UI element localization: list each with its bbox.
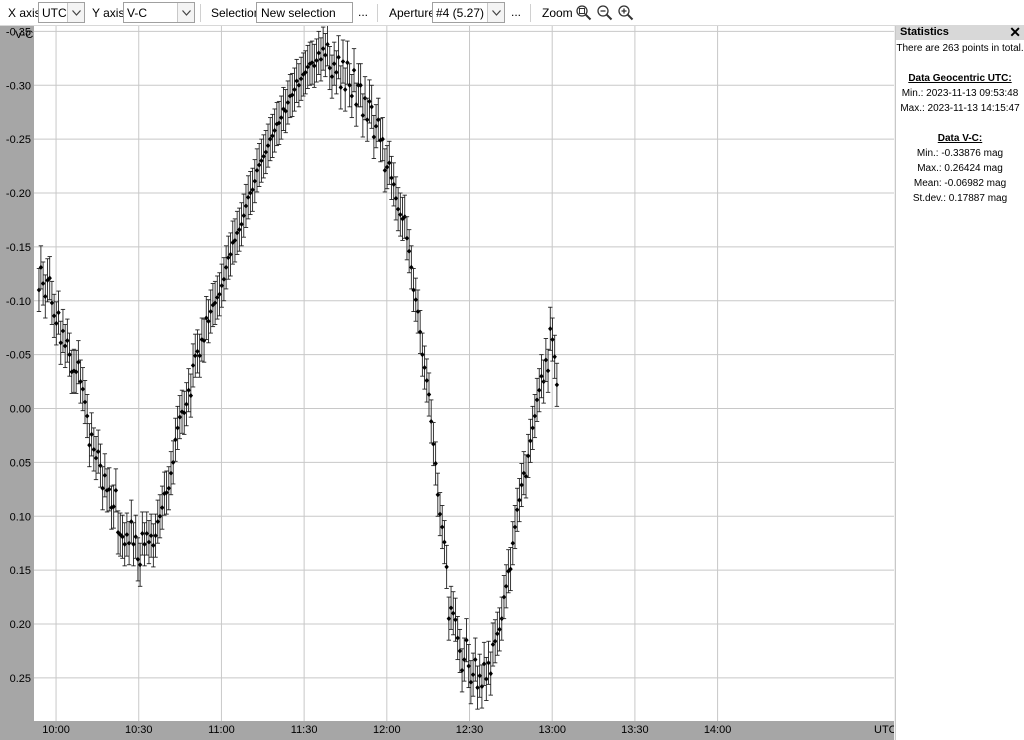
y-tick-label: -0.15 bbox=[6, 242, 31, 254]
stats-vc-mean: Mean: -0.06982 mag bbox=[913, 178, 1007, 189]
y-tick-label: 0.15 bbox=[10, 565, 31, 577]
y-tick-labels: -0.35-0.30-0.25-0.20-0.15-0.10-0.050.000… bbox=[6, 26, 31, 685]
zoom-in-icon[interactable] bbox=[617, 4, 635, 22]
aperture-label: Aperture bbox=[389, 6, 436, 20]
x-tick-labels: 10:00 10:30 11:00 11:30 12:00 12:30 13:00 13:30… bbox=[42, 724, 731, 736]
stats-vc-min: Min.: -0.33876 mag bbox=[916, 148, 1004, 159]
y-tick-label: -0.30 bbox=[6, 80, 31, 92]
y-tick-label: -0.20 bbox=[6, 188, 31, 200]
toolbar-separator bbox=[530, 4, 531, 22]
x-tick-label: 10:00 bbox=[42, 724, 70, 736]
y-axis-title: V-C bbox=[15, 29, 33, 41]
y-tick-label: 0.20 bbox=[10, 619, 31, 631]
selection-label: Selection bbox=[211, 6, 261, 20]
y-tick-label: 0.00 bbox=[10, 404, 31, 416]
y-tick-label: -0.05 bbox=[6, 350, 31, 362]
light-curve-chart[interactable]: 10:00 10:30 11:00 11:30 12:00 12:30 13:00 13:30… bbox=[0, 26, 894, 740]
x-axis-title: UTC bbox=[874, 724, 894, 736]
plot-background bbox=[34, 26, 894, 721]
zoom-fit-icon[interactable] bbox=[575, 4, 593, 22]
aperture-value: #4 (5.27) bbox=[436, 6, 485, 20]
stats-utc-min: Min.: 2023-11-13 09:53:48 bbox=[901, 88, 1019, 99]
stats-utc-max: Max.: 2023-11-13 14:15:47 bbox=[900, 103, 1020, 114]
selection-value: New selection bbox=[261, 6, 336, 20]
x-tick-label: 14:00 bbox=[704, 724, 732, 736]
stats-total: There are 263 points in total. bbox=[896, 43, 1024, 54]
close-icon[interactable]: ✕ bbox=[1009, 24, 1021, 41]
y-tick-label: 0.10 bbox=[10, 511, 31, 523]
chevron-down-icon[interactable] bbox=[487, 3, 504, 22]
selection-input[interactable]: New selection bbox=[256, 2, 353, 23]
stats-vc-heading: Data V-C: bbox=[937, 133, 983, 144]
chart-area[interactable]: 10:00 10:30 11:00 11:30 12:00 12:30 13:00 13:30… bbox=[0, 26, 894, 740]
toolbar: X axis UTC Y axis V-C Selection New sele… bbox=[0, 0, 1024, 26]
x-tick-label: 13:00 bbox=[538, 724, 566, 736]
statistics-title: Statistics bbox=[900, 26, 949, 38]
x-axis-label: X axis bbox=[8, 6, 41, 20]
x-tick-label: 11:30 bbox=[291, 724, 318, 736]
statistics-header: Statistics ✕ bbox=[896, 24, 1024, 41]
y-tick-label: -0.10 bbox=[6, 296, 31, 308]
zoom-out-icon[interactable] bbox=[596, 4, 614, 22]
y-axis-label: Y axis bbox=[92, 6, 125, 20]
x-tick-label: 11:00 bbox=[208, 724, 235, 736]
chevron-down-icon[interactable] bbox=[177, 3, 194, 22]
y-tick-label: 0.05 bbox=[10, 457, 31, 469]
statistics-panel: Statistics ✕ There are 263 points in tot… bbox=[895, 24, 1024, 740]
x-axis-select[interactable]: UTC bbox=[38, 2, 85, 23]
y-tick-label: 0.25 bbox=[10, 673, 31, 685]
x-tick-label: 12:30 bbox=[456, 724, 484, 736]
zoom-label: Zoom bbox=[542, 6, 573, 20]
aperture-more-button[interactable]: ... bbox=[511, 5, 521, 19]
y-axis-select[interactable]: V-C bbox=[123, 2, 195, 23]
x-tick-label: 12:00 bbox=[373, 724, 401, 736]
x-tick-label: 13:30 bbox=[621, 724, 649, 736]
stats-vc-max: Max.: 0.26424 mag bbox=[917, 163, 1003, 174]
toolbar-separator bbox=[377, 4, 378, 22]
aperture-select[interactable]: #4 (5.27) bbox=[432, 2, 505, 23]
selection-more-button[interactable]: ... bbox=[358, 5, 368, 19]
x-tick-label: 10:30 bbox=[125, 724, 153, 736]
y-axis-value: V-C bbox=[127, 6, 148, 20]
stats-utc-heading: Data Geocentric UTC: bbox=[908, 73, 1012, 84]
y-tick-label: -0.25 bbox=[6, 134, 31, 146]
x-axis-value: UTC bbox=[42, 6, 67, 20]
stats-vc-stdev: St.dev.: 0.17887 mag bbox=[912, 193, 1008, 204]
toolbar-separator bbox=[200, 4, 201, 22]
chevron-down-icon[interactable] bbox=[67, 3, 84, 22]
